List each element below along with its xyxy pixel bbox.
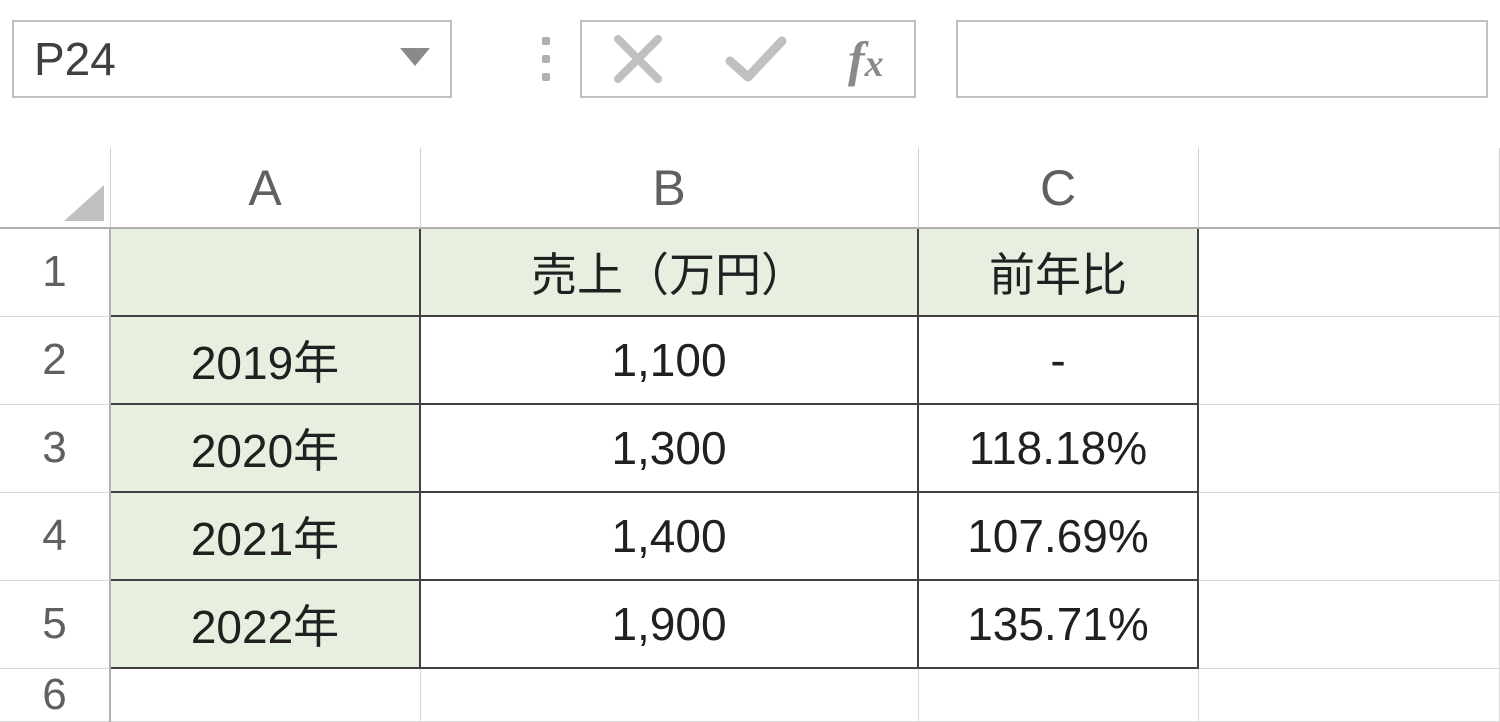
cell-C1[interactable]: 前年比: [918, 228, 1198, 316]
enter-button[interactable]: [724, 33, 788, 85]
cell-B4[interactable]: 1,400: [420, 492, 918, 580]
column-header-A[interactable]: A: [110, 148, 420, 228]
column-header-row: A B C: [0, 148, 1500, 228]
cell-B2[interactable]: 1,100: [420, 316, 918, 404]
cell-D1[interactable]: [1198, 228, 1500, 316]
cell-B6[interactable]: [420, 668, 918, 721]
cell-B5[interactable]: 1,900: [420, 580, 918, 668]
column-header-C[interactable]: C: [918, 148, 1198, 228]
cell-A4[interactable]: 2021年: [110, 492, 420, 580]
row-header-5[interactable]: 5: [0, 580, 110, 668]
row-3: 3 2020年 1,300 118.18%: [0, 404, 1500, 492]
name-box-dropdown-icon[interactable]: [400, 45, 430, 73]
row-header-2[interactable]: 2: [0, 316, 110, 404]
cell-D6[interactable]: [1198, 668, 1500, 721]
cell-C2[interactable]: -: [918, 316, 1198, 404]
cell-A1[interactable]: [110, 228, 420, 316]
cell-A5[interactable]: 2022年: [110, 580, 420, 668]
row-6: 6: [0, 668, 1500, 721]
cell-C4[interactable]: 107.69%: [918, 492, 1198, 580]
fx-icon: fx: [848, 30, 884, 88]
cell-C3[interactable]: 118.18%: [918, 404, 1198, 492]
row-1: 1 売上（万円） 前年比: [0, 228, 1500, 316]
column-header-next[interactable]: [1198, 148, 1500, 228]
cell-C6[interactable]: [918, 668, 1198, 721]
name-box-value: P24: [34, 32, 116, 86]
select-all-corner[interactable]: [0, 148, 110, 228]
cell-C5[interactable]: 135.71%: [918, 580, 1198, 668]
column-header-B[interactable]: B: [420, 148, 918, 228]
formula-input[interactable]: [956, 20, 1488, 98]
insert-function-button[interactable]: fx: [848, 30, 884, 88]
name-box[interactable]: P24: [12, 20, 452, 98]
cell-B3[interactable]: 1,300: [420, 404, 918, 492]
formula-bar-buttons: fx: [580, 20, 916, 98]
cell-A6[interactable]: [110, 668, 420, 721]
cancel-button[interactable]: [612, 33, 664, 85]
row-header-1[interactable]: 1: [0, 228, 110, 316]
cell-D4[interactable]: [1198, 492, 1500, 580]
cell-B1[interactable]: 売上（万円）: [420, 228, 918, 316]
cell-A3[interactable]: 2020年: [110, 404, 420, 492]
row-header-4[interactable]: 4: [0, 492, 110, 580]
cell-A2[interactable]: 2019年: [110, 316, 420, 404]
row-header-6[interactable]: 6: [0, 668, 110, 721]
formula-bar: P24 fx: [0, 0, 1500, 118]
row-2: 2 2019年 1,100 -: [0, 316, 1500, 404]
cell-D2[interactable]: [1198, 316, 1500, 404]
cell-D3[interactable]: [1198, 404, 1500, 492]
formula-bar-grip-icon[interactable]: [512, 37, 580, 81]
row-5: 5 2022年 1,900 135.71%: [0, 580, 1500, 668]
spreadsheet-grid[interactable]: A B C 1 売上（万円） 前年比 2 2019年 1,100 - 3 202…: [0, 148, 1500, 722]
cell-D5[interactable]: [1198, 580, 1500, 668]
row-header-3[interactable]: 3: [0, 404, 110, 492]
row-4: 4 2021年 1,400 107.69%: [0, 492, 1500, 580]
